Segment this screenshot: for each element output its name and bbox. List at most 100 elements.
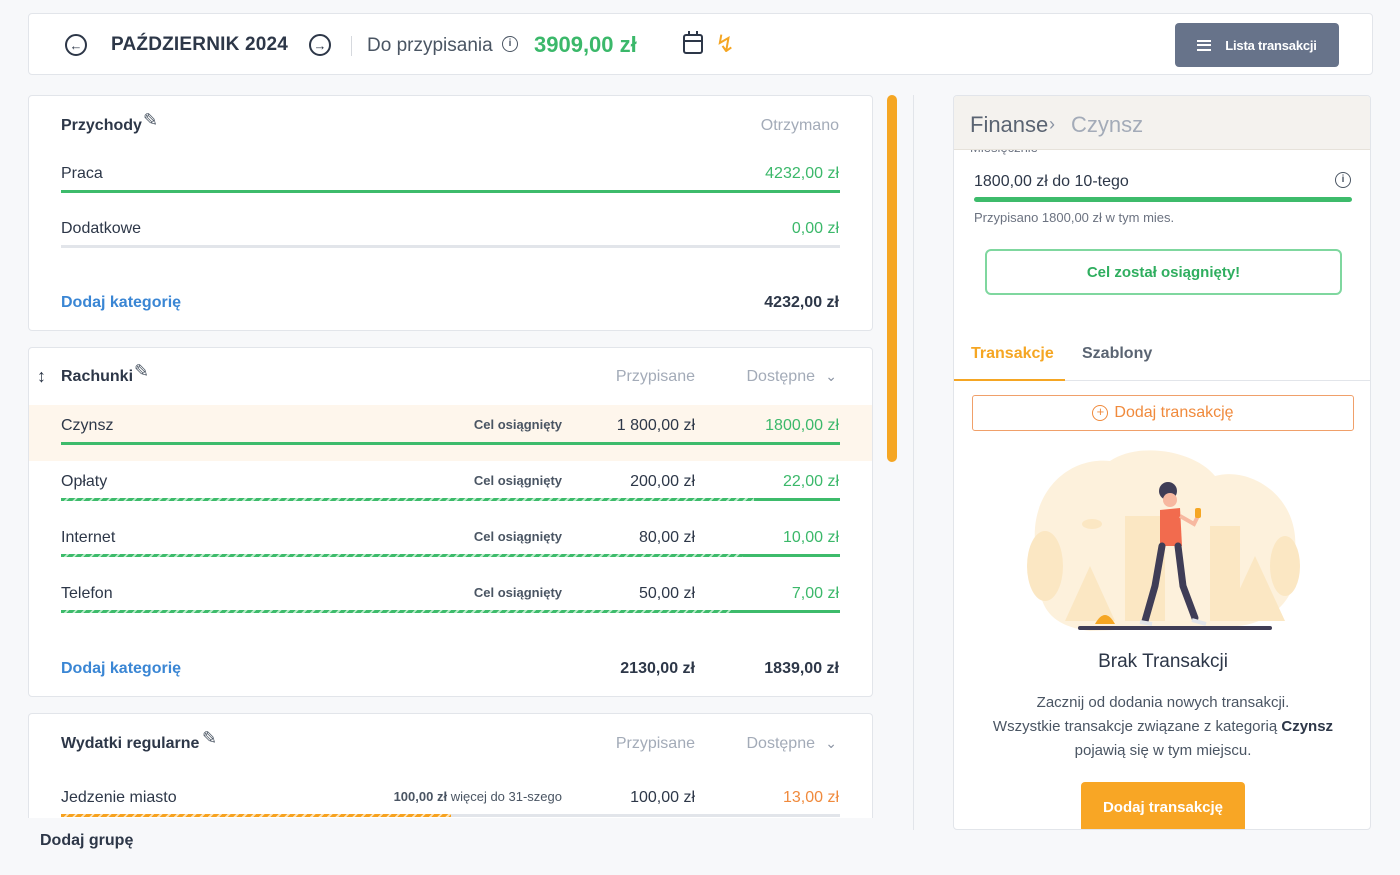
divider <box>913 95 914 830</box>
empty-line-2-category: Czynsz <box>1281 718 1334 735</box>
category-row[interactable]: Czynsz Cel osiągnięty 1 800,00 zł 1800,0… <box>29 405 872 461</box>
divider <box>351 36 352 56</box>
category-name: Praca <box>61 165 103 182</box>
goal-status-badge: Cel osiągnięty <box>473 473 562 488</box>
category-row[interactable]: Praca 4232,00 zł <box>29 153 872 209</box>
edit-pencil-icon[interactable]: ✎ <box>134 361 149 382</box>
available-value: 1800,00 zł <box>765 417 839 434</box>
assigned-column-header: Przypisane <box>615 735 695 752</box>
category-row[interactable]: Opłaty Cel osiągnięty 200,00 zł 22,00 zł <box>29 461 872 517</box>
received-value: 0,00 zł <box>791 220 839 237</box>
scrollbar[interactable] <box>887 95 897 462</box>
progress-bar <box>61 190 840 193</box>
income-total: 4232,00 zł <box>764 294 839 311</box>
category-row[interactable]: Internet Cel osiągnięty 80,00 zł 10,00 z… <box>29 517 872 573</box>
empty-line-3: pojawią się w tym miejscu. <box>1074 742 1252 759</box>
empty-line-2-prefix: Wszystkie transakcje związane z kategori… <box>992 718 1278 735</box>
regular-expenses-group-card: Wydatki regularne ✎ Przypisane Dostępne … <box>28 713 873 818</box>
goal-status-badge: Cel osiągnięty <box>473 585 562 600</box>
goal-note: Przypisano 1800,00 zł w tym mies. <box>974 210 1175 225</box>
assigned-value[interactable]: 50,00 zł <box>639 585 695 603</box>
month-title: PAŹDZIERNIK 2024 <box>111 34 289 55</box>
active-tab-indicator <box>954 379 1065 381</box>
available-value: 7,00 zł <box>791 585 839 602</box>
info-icon[interactable]: i <box>1335 172 1351 188</box>
breadcrumb-current: Czynsz <box>1071 112 1144 137</box>
group-title: Wydatki regularne <box>61 735 200 752</box>
available-value: 22,00 zł <box>782 473 839 490</box>
empty-line-2: Wszystkie transakcje związane z kategori… <box>954 715 1370 739</box>
goal-note: 100,00 zł więcej do 31-szego <box>394 789 562 804</box>
available-value: 13,00 zł <box>782 789 839 806</box>
add-category-link[interactable]: Dodaj kategorię <box>61 660 181 678</box>
category-name: Opłaty <box>61 473 108 490</box>
chevron-down-icon[interactable]: ⌄ <box>825 368 837 385</box>
received-column-header: Otrzymano <box>760 117 839 134</box>
edit-pencil-icon[interactable]: ✎ <box>143 110 158 131</box>
drag-handle-icon[interactable]: ↕ <box>37 366 46 387</box>
breadcrumb-root[interactable]: Finanse <box>970 112 1048 138</box>
assigned-value[interactable]: 1 800,00 zł <box>617 417 695 435</box>
category-name: Jedzenie miasto <box>61 789 177 806</box>
chevron-right-icon: › <box>1049 114 1055 134</box>
add-group-button[interactable]: Dodaj grupę <box>40 832 133 850</box>
category-row[interactable]: Telefon Cel osiągnięty 50,00 zł 7,00 zł <box>29 573 872 629</box>
transactions-list-label: Lista transakcji <box>1225 37 1317 53</box>
group-title: Rachunki <box>61 368 134 385</box>
goal-status-badge: Cel osiągnięty <box>473 529 562 544</box>
progress-bar <box>61 245 840 248</box>
category-name: Internet <box>61 529 116 546</box>
add-transaction-button[interactable]: Dodaj transakcję <box>1081 782 1245 829</box>
progress-bar <box>61 814 840 817</box>
chevron-down-icon[interactable]: ⌄ <box>825 735 837 752</box>
goal-note-text: więcej do 31-szego <box>450 789 562 804</box>
goal-text: 1800,00 zł do 10-tego <box>974 173 1129 190</box>
goal-reached-badge: Cel został osiągnięty! <box>985 249 1342 295</box>
add-transaction-outline-label: Dodaj transakcję <box>1114 404 1234 421</box>
add-category-link[interactable]: Dodaj kategorię <box>61 294 181 312</box>
goal-progress-bar <box>974 197 1352 202</box>
calendar-icon[interactable] <box>683 31 703 54</box>
assigned-total: 2130,00 zł <box>620 660 695 677</box>
next-month-icon[interactable]: → <box>309 34 331 56</box>
category-name: Telefon <box>61 585 113 602</box>
income-group-card: Przychody ✎ Otrzymano Praca 4232,00 zł D… <box>28 95 873 331</box>
empty-state-description: Zacznij od dodania nowych transakcji. Ws… <box>954 691 1370 763</box>
empty-line-1: Zacznij od dodania nowych transakcji. <box>1036 694 1290 711</box>
progress-bar <box>61 498 840 501</box>
received-value: 4232,00 zł <box>765 165 839 182</box>
category-row[interactable]: Jedzenie miasto 100,00 zł więcej do 31-s… <box>29 777 872 818</box>
group-title: Przychody <box>61 117 142 134</box>
add-transaction-outline-button[interactable]: + Dodaj transakcję <box>972 395 1354 431</box>
prev-month-icon[interactable]: ← <box>65 34 87 56</box>
bills-group-card: ↕ Rachunki ✎ Przypisane Dostępne ⌄ Czyns… <box>28 347 873 697</box>
progress-bar <box>61 442 840 445</box>
empty-state-illustration <box>1027 450 1300 631</box>
month-toolbar: ← PAŹDZIERNIK 2024 → Do przypisania i 39… <box>28 13 1373 75</box>
tab-transactions[interactable]: Transakcje <box>971 345 1054 363</box>
goal-note-amount: 100,00 zł <box>393 789 448 804</box>
available-column-header[interactable]: Dostępne <box>747 735 816 753</box>
edit-pencil-icon[interactable]: ✎ <box>202 728 217 749</box>
category-detail-panel: Miesięcznie Finanse › Czynsz 1800,00 zł … <box>953 95 1371 830</box>
assigned-value[interactable]: 100,00 zł <box>630 789 695 807</box>
category-name: Czynsz <box>61 417 114 434</box>
empty-state-title: Brak Transakcji <box>1098 651 1228 672</box>
progress-bar <box>61 610 840 613</box>
tab-templates[interactable]: Szablony <box>1082 345 1152 363</box>
assigned-column-header: Przypisane <box>615 368 695 385</box>
assigned-value[interactable]: 80,00 zł <box>639 529 695 547</box>
to-assign-label: Do przypisania <box>367 35 493 56</box>
info-icon[interactable]: i <box>502 36 518 52</box>
plus-circle-icon: + <box>1092 405 1109 421</box>
assigned-value[interactable]: 200,00 zł <box>630 473 695 491</box>
category-row[interactable]: Dodatkowe 0,00 zł <box>29 208 872 264</box>
transactions-list-button[interactable]: Lista transakcji <box>1175 23 1339 67</box>
lightning-icon[interactable]: ↯ <box>715 30 735 59</box>
available-column-header[interactable]: Dostępne <box>747 368 816 386</box>
progress-bar <box>61 554 840 557</box>
goal-status-badge: Cel osiągnięty <box>473 417 562 432</box>
list-icon <box>1197 39 1212 51</box>
category-name: Dodatkowe <box>61 220 142 237</box>
available-value: 10,00 zł <box>782 529 839 546</box>
